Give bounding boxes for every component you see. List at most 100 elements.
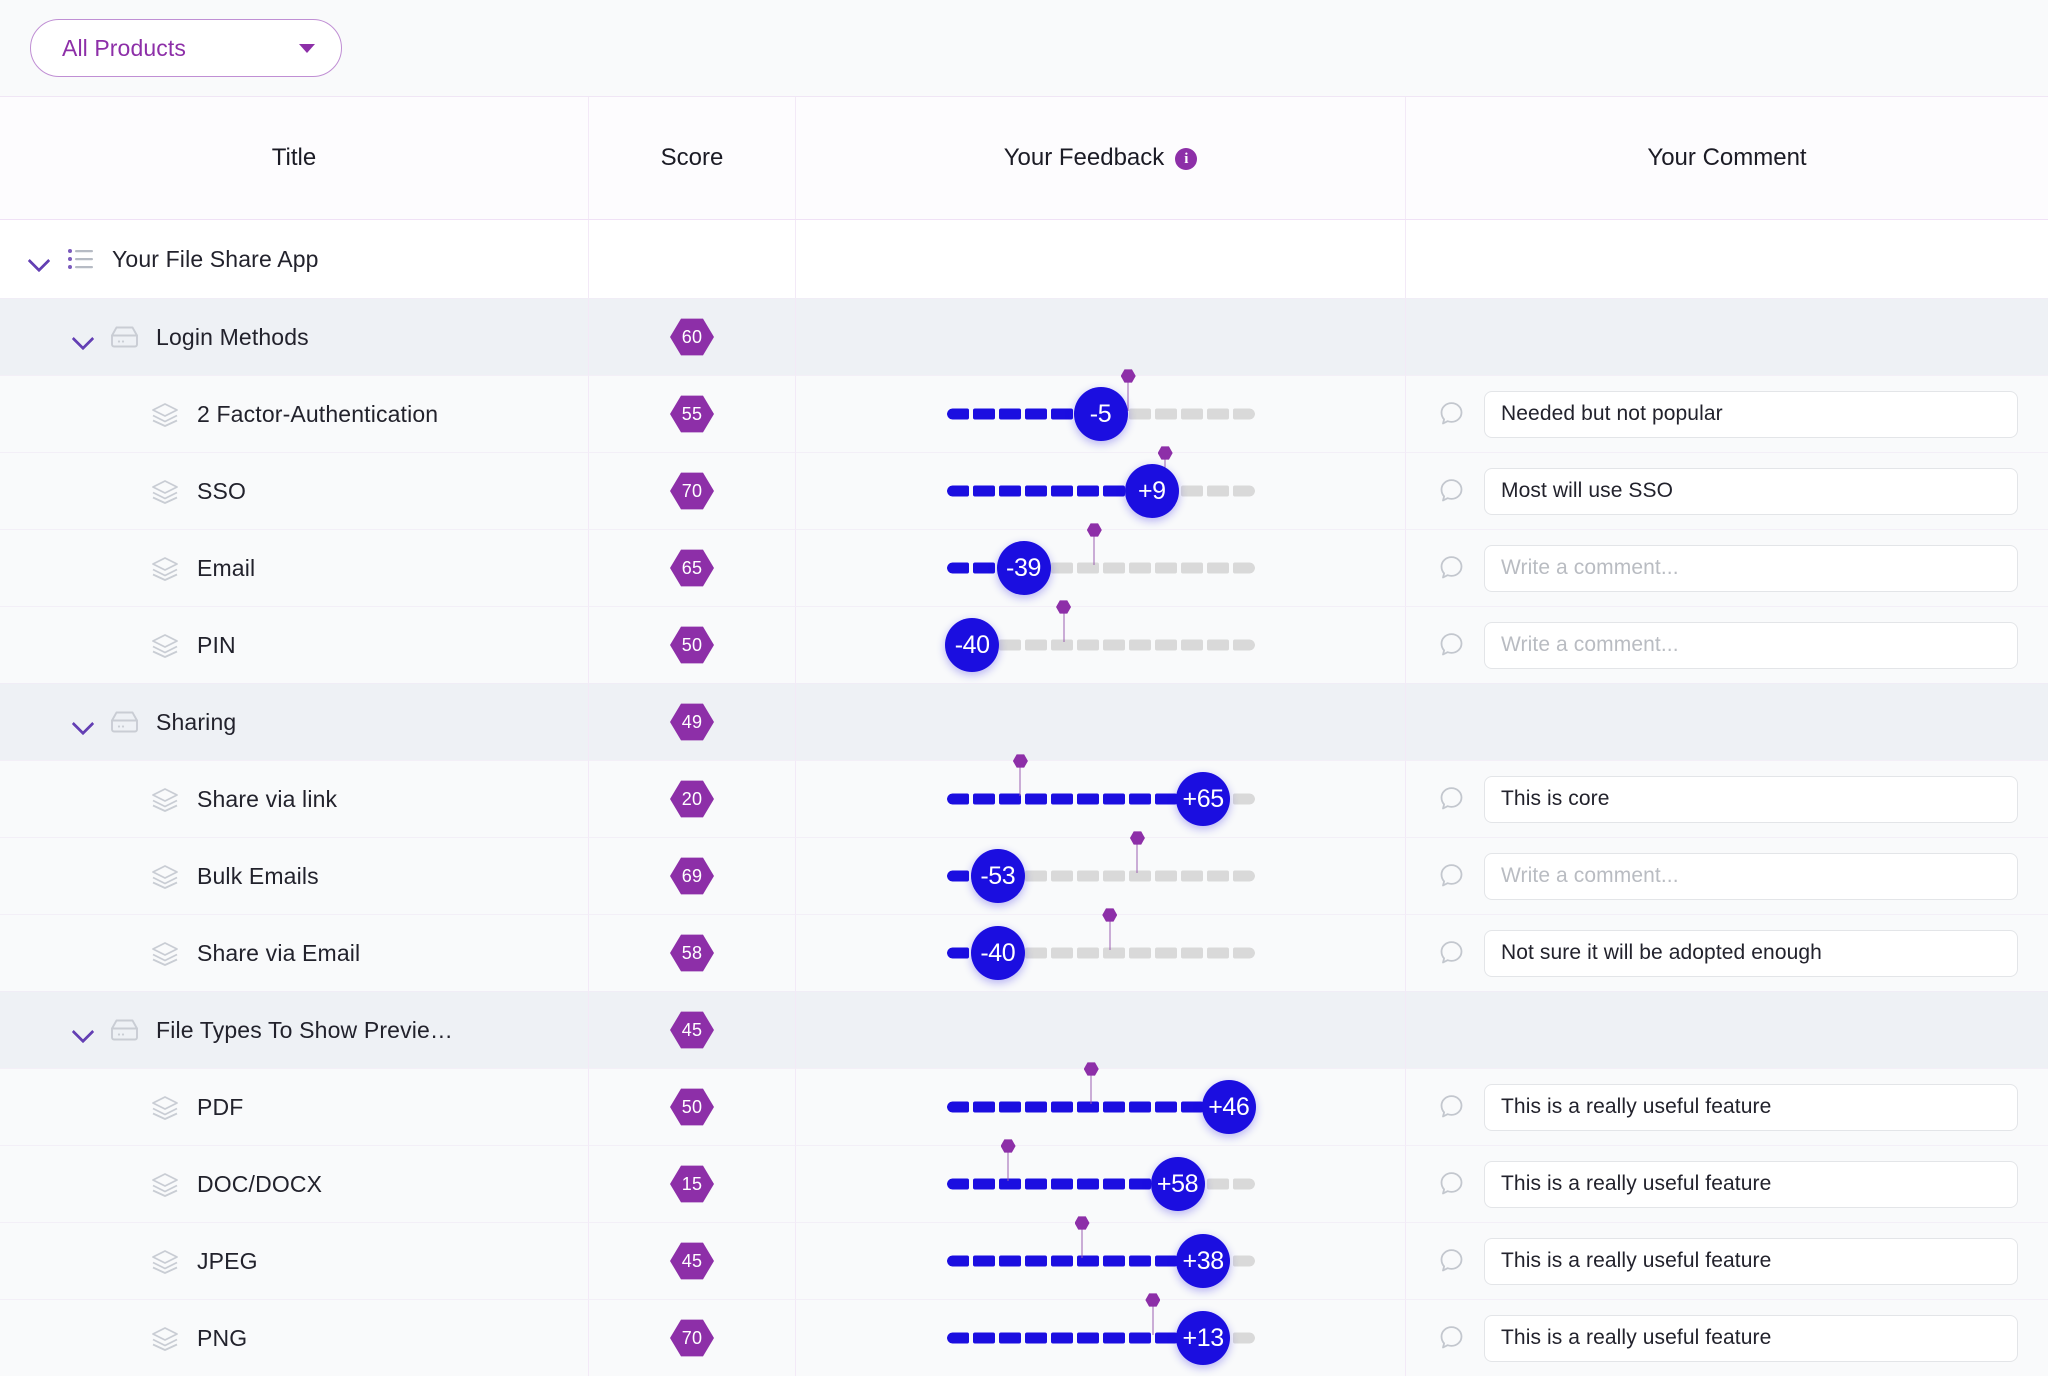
table-row-item[interactable]: PNG 70 +13 [0,1299,2048,1376]
slider-thumb[interactable]: +13 [1176,1311,1231,1365]
cell-comment[interactable] [1406,1068,2048,1145]
cell-comment[interactable] [1406,1145,2048,1222]
cell-title[interactable]: PNG [0,1299,589,1376]
slider-thumb[interactable]: -53 [970,849,1025,903]
comment-input[interactable] [1484,467,2018,515]
cell-title[interactable]: Email [0,529,589,606]
slider-track[interactable] [946,485,1255,497]
cell-title[interactable]: PIN [0,606,589,683]
table-row-item[interactable]: PDF 50 +46 [0,1068,2048,1145]
cell-feedback[interactable]: +38 [796,1222,1406,1299]
slider-track[interactable] [946,1178,1255,1190]
chevron-down-icon[interactable] [70,324,96,350]
cell-comment[interactable] [1406,914,2048,991]
cell-feedback[interactable]: -5 [796,375,1406,452]
cell-title[interactable]: 2 Factor-Authentication [0,375,589,452]
comment-input[interactable] [1484,1160,2018,1208]
feedback-slider[interactable]: +58 [946,1146,1255,1223]
slider-thumb[interactable]: -39 [996,541,1051,595]
cell-comment[interactable] [1406,1299,2048,1376]
column-header-comment[interactable]: Your Comment [1406,97,2048,219]
feedback-slider[interactable]: -39 [946,530,1255,607]
table-row-item[interactable]: Email 65 -39 [0,529,2048,606]
feedback-slider[interactable]: -40 [946,915,1255,992]
comment-input[interactable] [1484,621,2018,669]
column-header-feedback[interactable]: Your Feedback i [796,97,1406,219]
cell-feedback[interactable]: +65 [796,760,1406,837]
slider-thumb[interactable]: -5 [1073,387,1128,441]
cell-comment[interactable] [1406,837,2048,914]
chevron-down-icon[interactable] [26,246,52,272]
cell-feedback[interactable]: +13 [796,1299,1406,1376]
comment-input[interactable] [1484,544,2018,592]
slider-thumb[interactable]: +38 [1176,1234,1231,1288]
table-row-item[interactable]: JPEG 45 +38 [0,1222,2048,1299]
table-row-item[interactable]: Bulk Emails 69 -53 [0,837,2048,914]
feedback-slider[interactable]: +65 [946,761,1255,838]
product-filter-select[interactable]: All Products [30,19,342,77]
slider-thumb[interactable]: +58 [1150,1157,1205,1211]
table-row-item[interactable]: Share via Email 58 -40 [0,914,2048,991]
cell-title[interactable]: File Types To Show Previe… [0,991,589,1068]
cell-title[interactable]: DOC/DOCX [0,1145,589,1222]
feedback-slider[interactable]: +46 [946,1069,1256,1146]
comment-input[interactable] [1484,1083,2018,1131]
slider-thumb[interactable]: -40 [945,618,1000,672]
cell-title[interactable]: SSO [0,452,589,529]
comment-input[interactable] [1484,852,2018,900]
cell-feedback[interactable]: -53 [796,837,1406,914]
cell-feedback[interactable]: +46 [796,1068,1406,1145]
feedback-slider[interactable]: +38 [946,1223,1255,1300]
cell-title[interactable]: Bulk Emails [0,837,589,914]
feedback-slider[interactable]: -40 [945,607,1255,684]
column-header-score[interactable]: Score [589,97,796,219]
comment-input[interactable] [1484,775,2018,823]
table-row-group[interactable]: File Types To Show Previe… 45 [0,991,2048,1068]
slider-segment [1232,639,1255,651]
table-row-group[interactable]: Login Methods 60 [0,298,2048,375]
feedback-slider[interactable]: +13 [946,1300,1255,1377]
cell-comment[interactable] [1406,375,2048,452]
cell-title[interactable]: JPEG [0,1222,589,1299]
table-row-item[interactable]: SSO 70 +9 [0,452,2048,529]
table-row-root[interactable]: Your File Share App [0,220,2048,298]
table-row-item[interactable]: DOC/DOCX 15 +58 [0,1145,2048,1222]
table-row-item[interactable]: Share via link 20 +65 [0,760,2048,837]
cell-title[interactable]: Your File Share App [0,220,589,298]
slider-segment [1050,639,1073,651]
slider-thumb[interactable]: -40 [970,926,1025,980]
slider-thumb[interactable]: +65 [1176,772,1231,826]
cell-feedback[interactable]: +58 [796,1145,1406,1222]
cell-comment[interactable] [1406,529,2048,606]
chevron-down-icon[interactable] [70,1017,96,1043]
slider-thumb[interactable]: +9 [1124,464,1179,518]
cell-comment[interactable] [1406,760,2048,837]
comment-input[interactable] [1484,1314,2018,1362]
table-row-group[interactable]: Sharing 49 [0,683,2048,760]
comment-input[interactable] [1484,390,2018,438]
cell-comment[interactable] [1406,452,2048,529]
column-header-title[interactable]: Title [0,97,589,219]
feedback-slider[interactable]: +9 [946,453,1255,530]
comment-input[interactable] [1484,929,2018,977]
cell-feedback[interactable]: -40 [796,606,1406,683]
cell-comment[interactable] [1406,1222,2048,1299]
cell-comment[interactable] [1406,606,2048,683]
feedback-slider[interactable]: -5 [946,376,1255,453]
cell-title[interactable]: PDF [0,1068,589,1145]
table-row-item[interactable]: 2 Factor-Authentication 55 -5 [0,375,2048,452]
cell-title[interactable]: Share via Email [0,914,589,991]
cell-title[interactable]: Sharing [0,683,589,760]
chevron-down-icon[interactable] [70,709,96,735]
feedback-slider[interactable]: -53 [946,838,1255,915]
comment-input[interactable] [1484,1237,2018,1285]
info-icon[interactable]: i [1175,148,1198,170]
cell-title[interactable]: Login Methods [0,298,589,375]
slider-thumb[interactable]: +46 [1201,1080,1256,1134]
cell-feedback[interactable]: +9 [796,452,1406,529]
slider-track[interactable] [946,562,1255,574]
cell-title[interactable]: Share via link [0,760,589,837]
cell-feedback[interactable]: -39 [796,529,1406,606]
cell-feedback[interactable]: -40 [796,914,1406,991]
table-row-item[interactable]: PIN 50 -40 [0,606,2048,683]
